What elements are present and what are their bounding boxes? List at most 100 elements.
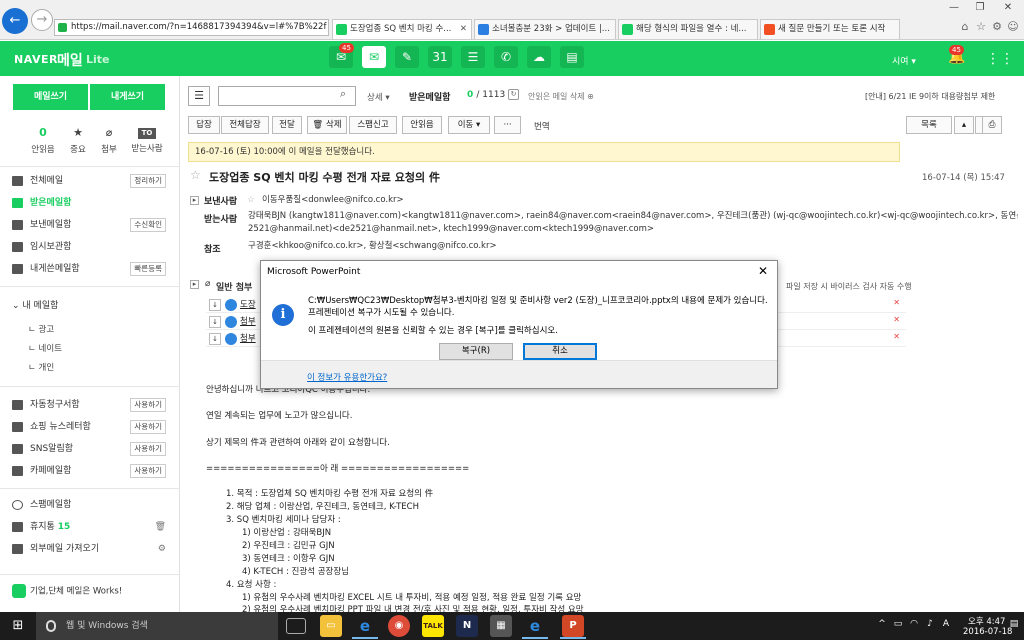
mail-logo[interactable]: 메일 <box>57 50 83 70</box>
attachment-name[interactable]: 도장 <box>240 298 256 310</box>
remove-icon[interactable]: ✕ <box>893 315 900 324</box>
empty-trash-icon[interactable]: 🗑 <box>155 516 166 538</box>
folder-sent[interactable]: 보낸메일함 수신확인 <box>0 214 180 236</box>
windows-start-icon[interactable]: ⊞ <box>0 612 36 640</box>
tab-microsoft[interactable]: 새 질문 만들기 또는 토론 시작 <box>760 19 900 39</box>
calendar-icon[interactable]: 31 <box>428 46 452 68</box>
cloud-save-icon[interactable] <box>225 316 237 328</box>
file-explorer-icon[interactable]: ▭ <box>320 615 342 637</box>
refresh-icon[interactable]: ↻ <box>508 89 519 100</box>
use-button[interactable]: 사용하기 <box>130 398 166 412</box>
dialog-close-icon[interactable]: ✕ <box>758 264 768 278</box>
download-icon[interactable]: ↓ <box>209 316 221 328</box>
settings-gear-icon[interactable]: ⚙ <box>990 20 1004 34</box>
use-button[interactable]: 사용하기 <box>130 420 166 434</box>
from-value[interactable]: 이동우품질<donwlee@nifco.co.kr> <box>262 194 404 207</box>
phone-icon[interactable]: ✆ <box>494 46 518 68</box>
mark-unread-button[interactable]: 안읽음 <box>402 116 442 134</box>
prev-mail-button[interactable]: ▴ <box>954 116 974 134</box>
forward-button[interactable]: → <box>31 9 53 31</box>
menu-toggle-button[interactable]: ☰ <box>188 86 210 106</box>
sub-folder-personal[interactable]: ㄴ 개인 <box>28 361 54 373</box>
restore-button[interactable]: ❐ <box>966 2 994 16</box>
to-value-line-2[interactable]: 2521@hanmail.net)<de2521@hanmail.net>, k… <box>248 223 654 236</box>
edge-icon[interactable]: e <box>354 615 376 637</box>
write-to-me-button[interactable]: 내게쓰기 <box>90 84 165 110</box>
close-window-button[interactable]: ✕ <box>994 2 1022 16</box>
folder-all[interactable]: 전체메일 정리하기 <box>0 170 180 192</box>
tab-naver-mail[interactable]: 도장업종 SQ 벤치 마킹 수... ✕ <box>332 19 472 39</box>
to-value-line-1[interactable]: 강태욱BJN (kangtw1811@naver.com)<kangtw1811… <box>248 210 1018 223</box>
forward-button[interactable]: 전달 <box>272 116 302 134</box>
tab-close-icon[interactable]: ✕ <box>460 20 467 38</box>
tray-overflow-icon[interactable]: ^ <box>876 619 888 631</box>
settings-gear-icon[interactable]: ⚙ <box>158 538 166 560</box>
contacts-icon[interactable]: ☰ <box>461 46 485 68</box>
cancel-button[interactable]: 취소 <box>523 343 597 360</box>
folder-cafe[interactable]: 카페메일함 사용하기 <box>0 460 180 482</box>
favorites-icon[interactable]: ☆ <box>974 20 988 34</box>
quick-register-button[interactable]: 빠른등록 <box>130 262 166 276</box>
internet-explorer-icon[interactable]: e <box>524 615 546 637</box>
cloud-icon[interactable]: ☁ <box>527 46 551 68</box>
powerpoint-icon[interactable]: P <box>562 615 584 637</box>
detail-search-button[interactable]: 상세 ▾ <box>367 91 390 103</box>
user-menu[interactable]: 시여 ▾ <box>892 54 916 67</box>
sub-folder-ad[interactable]: ㄴ 광고 <box>28 323 54 335</box>
helpful-link[interactable]: 이 정보가 유용한가요? <box>307 371 387 383</box>
download-icon[interactable]: ↓ <box>209 299 221 311</box>
attachment-name[interactable]: 첨부 <box>240 315 256 327</box>
mail-app-icon[interactable]: ✉ 45 <box>329 43 354 68</box>
note-icon[interactable]: ✎ <box>395 46 419 68</box>
move-button[interactable]: 이동 ▾ <box>448 116 490 134</box>
vip-star-icon[interactable]: ☆ <box>247 194 255 207</box>
delete-button[interactable]: 🗑 삭제 <box>307 116 347 134</box>
tab-webtoon[interactable]: 소녀볼충분 23화 > 업데이트 |... <box>474 19 616 39</box>
cloud-save-icon[interactable] <box>225 333 237 345</box>
use-button[interactable]: 사용하기 <box>130 464 166 478</box>
quick-unread[interactable]: 0 안읽음 <box>25 126 61 155</box>
remove-icon[interactable]: ✕ <box>893 298 900 307</box>
delete-unread-link[interactable]: 안읽은 메일 삭제 ⊕ <box>528 91 594 102</box>
lite-mail-icon[interactable]: ✉ <box>362 46 386 68</box>
organize-button[interactable]: 정리하기 <box>130 174 166 188</box>
taskbar-search[interactable]: 웹 및 Windows 검색 <box>36 612 278 640</box>
folder-self[interactable]: 내게쓴메일함 빠른등록 <box>0 258 180 280</box>
read-receipt-button[interactable]: 수신확인 <box>130 218 166 232</box>
print-icon[interactable]: ⎙ <box>982 116 1002 134</box>
folder-spam[interactable]: 스팸메일함 <box>0 494 180 516</box>
folder-sns[interactable]: SNS알림함 사용하기 <box>0 438 180 460</box>
collapse-attachments-icon[interactable]: ▸ <box>190 280 199 289</box>
cloud-save-icon[interactable] <box>225 299 237 311</box>
nateon-icon[interactable]: N <box>456 615 478 637</box>
folder-trash[interactable]: 휴지통 15 🗑 <box>0 516 180 538</box>
cc-value[interactable]: 구경훈<khkoo@nifco.co.kr>, 황상철<schwang@nifc… <box>248 240 497 253</box>
reply-all-button[interactable]: 전체답장 <box>221 116 269 134</box>
apps-grid-icon[interactable]: ⋮⋮ <box>986 51 1014 67</box>
repair-button[interactable]: 복구(R) <box>439 343 513 360</box>
compose-button[interactable]: 메일쓰기 <box>13 84 88 110</box>
my-folder-toggle[interactable]: ⌄ 내 메일함 <box>0 295 180 317</box>
home-icon[interactable]: ⌂ <box>958 20 972 34</box>
folder-bills[interactable]: 자동청구서함 사용하기 <box>0 394 180 416</box>
clock-time[interactable]: 오후 4:47 <box>968 615 1005 627</box>
ime-icon[interactable]: A <box>940 619 952 631</box>
naver-logo[interactable]: NAVER <box>14 53 58 66</box>
battery-icon[interactable]: ▭ <box>892 619 904 631</box>
search-icon[interactable]: ⌕ <box>340 87 346 101</box>
notification-bell-icon[interactable]: 🔔 45 <box>948 45 965 67</box>
folder-drafts[interactable]: 임시보관함 <box>0 236 180 258</box>
works-promo[interactable]: 기업,단체 메일은 Works! <box>12 584 122 598</box>
folder-inbox[interactable]: 받은메일함 <box>0 192 180 214</box>
calculator-icon[interactable]: ▦ <box>490 615 512 637</box>
notice-text[interactable]: [안내] 6/21 IE 9이하 대용량첨부 제한 <box>865 91 995 102</box>
more-button[interactable]: ··· <box>494 116 521 134</box>
external-mail[interactable]: 외부메일 가져오기 ⚙ <box>0 538 180 560</box>
action-center-icon[interactable]: ▤ <box>1008 619 1020 631</box>
quick-attach[interactable]: ⌀ 첨부 <box>91 126 127 155</box>
attachment-name[interactable]: 첨부 <box>240 332 256 344</box>
download-icon[interactable]: ↓ <box>209 333 221 345</box>
volume-icon[interactable]: ♪ <box>924 619 936 631</box>
network-icon[interactable]: ◠ <box>908 619 920 631</box>
chrome-icon[interactable]: ◉ <box>388 615 410 637</box>
